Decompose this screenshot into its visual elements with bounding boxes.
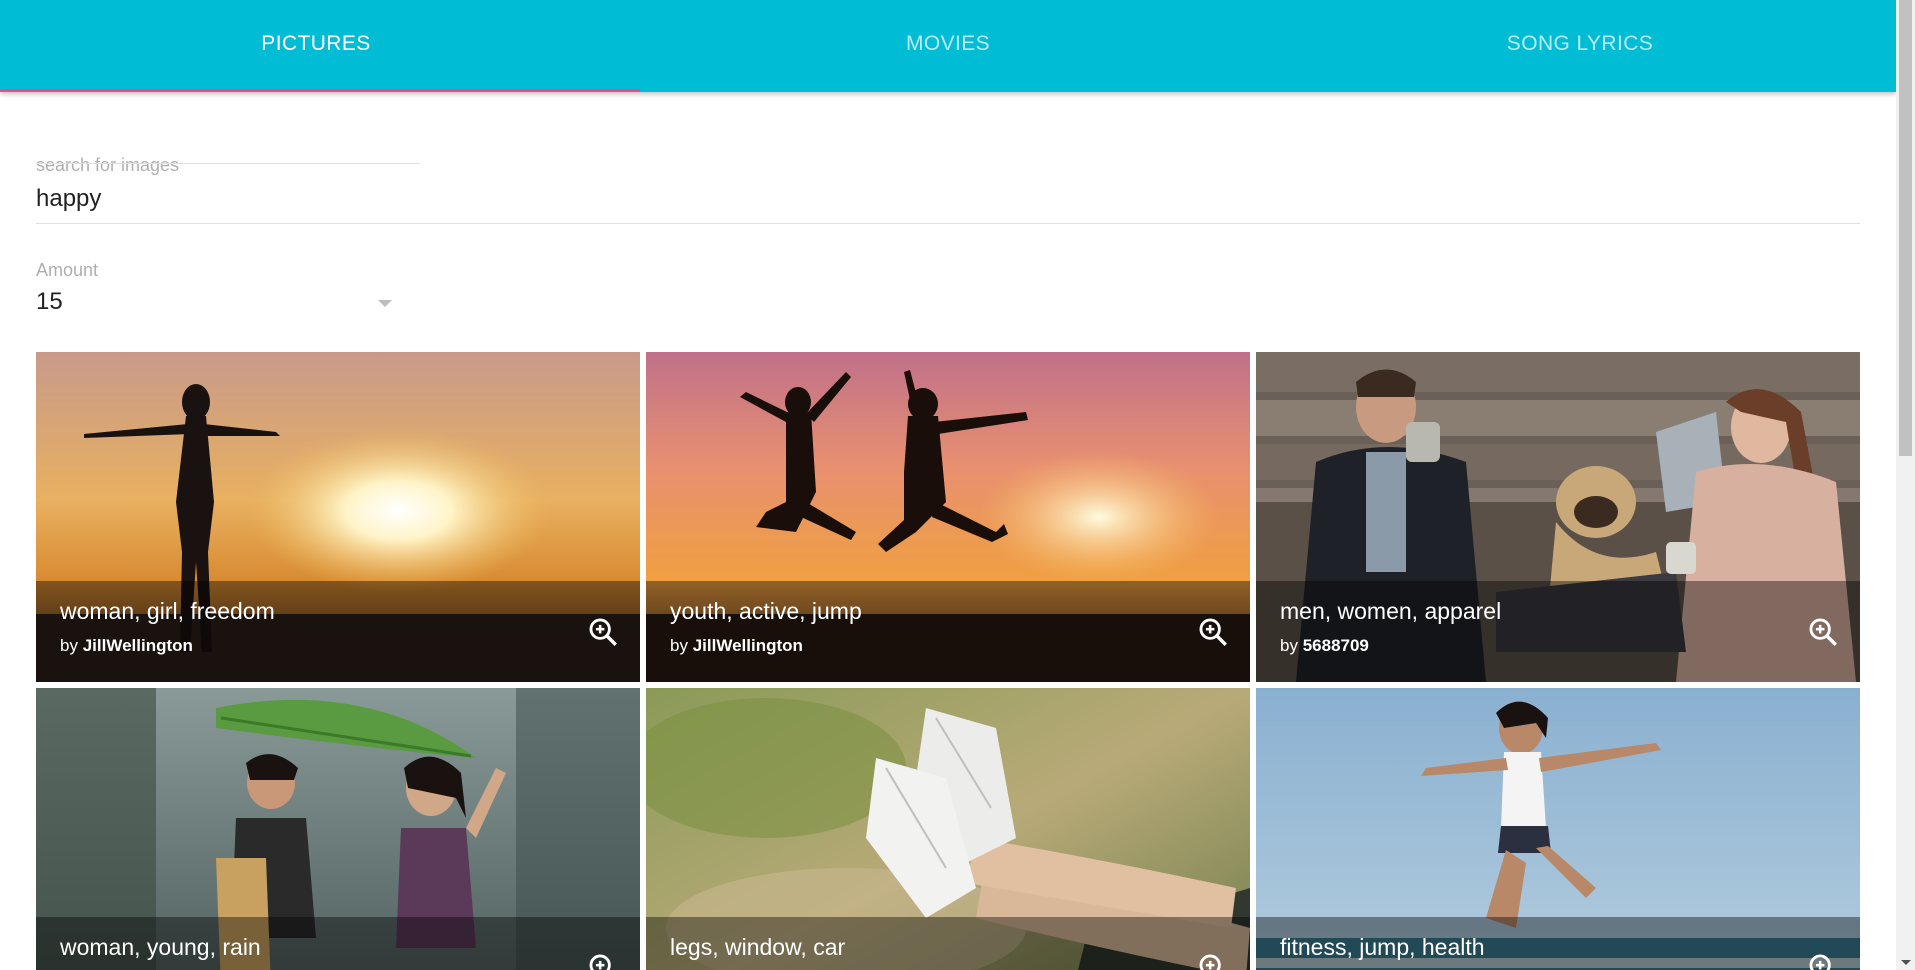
active-tab-indicator [0,89,640,92]
tile-byline: by 5688709 [1280,636,1369,656]
page-scrollbar[interactable] [1896,0,1915,970]
image-grid: woman, girl, freedom by JillWellington y… [36,352,1860,970]
by-label: by [1280,636,1298,655]
zoom-in-icon[interactable] [586,951,620,970]
amount-underline [36,163,420,164]
search-label: search for images [36,155,180,175]
app-viewport: PICTURES MOVIES SONG LYRICS search for i… [0,0,1896,970]
author-name: JillWellington [692,636,803,655]
tile-caption-bar: youth, active, jump by JillWellington [646,581,1250,682]
zoom-in-icon[interactable] [1806,951,1840,970]
image-tile[interactable]: woman, girl, freedom by JillWellington [36,352,640,682]
search-underline [36,223,1860,224]
scroll-down-arrow-icon[interactable] [1901,960,1911,965]
image-tile[interactable]: woman, young, rain [36,688,640,970]
by-label: by [60,636,78,655]
scrollbar-thumb[interactable] [1899,0,1912,456]
tile-tags: men, women, apparel [1280,598,1502,624]
image-tile[interactable]: youth, active, jump by JillWellington [646,352,1250,682]
tile-tags: woman, young, rain [60,934,261,960]
zoom-in-icon[interactable] [1196,951,1230,970]
tile-byline: by JillWellington [60,636,193,656]
tile-caption-bar: legs, window, car [646,917,1250,970]
tile-caption-bar: men, women, apparel by 5688709 [1256,581,1860,682]
tab-bar: PICTURES MOVIES SONG LYRICS [0,0,1896,92]
author-name: JillWellington [82,636,193,655]
tab-song-lyrics[interactable]: SONG LYRICS [1264,0,1896,92]
by-label: by [670,636,688,655]
dropdown-arrow-icon [378,300,392,307]
tile-caption-bar: fitness, jump, health [1256,917,1860,970]
image-tile[interactable]: fitness, jump, health [1256,688,1860,970]
tile-caption-bar: woman, girl, freedom by JillWellington [36,581,640,682]
author-name: 5688709 [1302,636,1369,655]
image-tile[interactable]: men, women, apparel by 5688709 [1256,352,1860,682]
tile-tags: woman, girl, freedom [60,598,275,624]
zoom-in-icon[interactable] [1806,615,1840,649]
tab-pictures[interactable]: PICTURES [0,0,632,92]
tile-tags: youth, active, jump [670,598,862,624]
zoom-in-icon[interactable] [586,615,620,649]
image-tile[interactable]: legs, window, car [646,688,1250,970]
search-input[interactable] [36,184,1860,214]
amount-label: Amount [36,260,99,280]
search-field: search for images [36,92,1860,226]
tile-byline: by JillWellington [670,636,803,656]
tile-tags: fitness, jump, health [1280,934,1485,960]
zoom-in-icon[interactable] [1196,615,1230,649]
amount-value: 15 [36,288,63,315]
tile-caption-bar: woman, young, rain [36,917,640,970]
tile-tags: legs, window, car [670,934,846,960]
tab-movies[interactable]: MOVIES [632,0,1264,92]
amount-select[interactable]: Amount 15 [36,260,420,332]
